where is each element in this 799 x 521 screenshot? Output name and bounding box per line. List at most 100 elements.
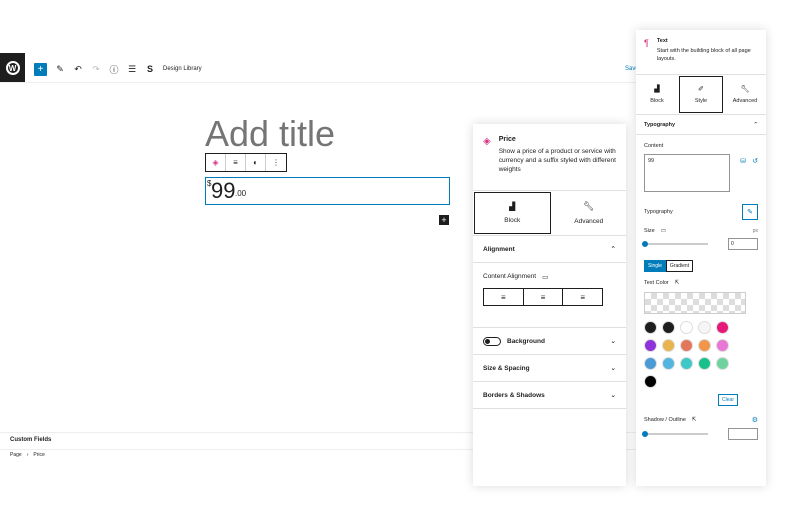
color-swatches xyxy=(644,321,758,388)
color-swatch[interactable] xyxy=(644,357,657,370)
color-swatch[interactable] xyxy=(680,357,693,370)
block-icon: ▟ xyxy=(654,86,660,93)
alignment-section-toggle[interactable]: Alignment ⌃ xyxy=(473,236,626,263)
info-icon[interactable]: ⓘ xyxy=(109,63,119,76)
align-left-button[interactable]: ≡ xyxy=(484,289,524,305)
tab-block[interactable]: ▟ Block xyxy=(636,75,678,114)
list-view-icon[interactable]: ☰ xyxy=(127,64,137,75)
tab-block[interactable]: ▟ Block xyxy=(474,192,551,234)
gear-icon[interactable]: ⚙ xyxy=(752,416,758,424)
clear-color-button[interactable]: Clear xyxy=(718,394,738,406)
desktop-icon[interactable]: ▭ xyxy=(542,273,548,281)
borders-shadows-section-toggle[interactable]: Borders & Shadows ⌄ xyxy=(473,382,626,409)
panel-tabs: ▟ Block 🔧︎ Advanced xyxy=(473,191,626,236)
editor-toolbar: + ✎ ↶ ↷ ⓘ ☰ S Design Library xyxy=(34,62,202,76)
shadow-slider[interactable] xyxy=(642,431,708,437)
color-swatch[interactable] xyxy=(698,321,711,334)
undo-icon[interactable]: ↶ xyxy=(73,64,83,75)
size-input[interactable]: 0 xyxy=(728,238,758,250)
gradient-color-button[interactable]: Gradient xyxy=(665,260,694,272)
block-card: ◈ Price Show a price of a product or ser… xyxy=(473,124,626,191)
reset-icon[interactable]: ↺ xyxy=(752,157,758,165)
brush-icon: ✐ xyxy=(698,86,704,93)
price-block-icon[interactable]: ◈ xyxy=(206,154,226,171)
color-swatch[interactable] xyxy=(716,321,729,334)
hover-state-icon[interactable]: ⇱ xyxy=(675,280,680,286)
color-mode-toggle: Single Gradient xyxy=(644,260,758,272)
wrench-icon: 🔧︎ xyxy=(583,201,595,211)
wordpress-logo[interactable]: W xyxy=(0,53,25,83)
align-right-button[interactable]: ≡ xyxy=(563,289,602,305)
text-color-label: Text Color xyxy=(644,280,669,286)
tab-label: Block xyxy=(650,98,664,104)
price-settings-panel: ◈ Price Show a price of a product or ser… xyxy=(473,124,626,486)
price-amount[interactable]: 99 xyxy=(211,178,235,204)
shadow-input[interactable] xyxy=(728,428,758,440)
breadcrumb: Page › Price xyxy=(10,452,45,458)
tab-label: Advanced xyxy=(574,218,604,225)
block-name: Text xyxy=(656,38,668,44)
color-swatch[interactable] xyxy=(680,339,693,352)
current-color-preview[interactable] xyxy=(644,292,746,314)
add-block-button[interactable]: + xyxy=(34,62,47,76)
color-swatch[interactable] xyxy=(662,321,675,334)
design-library-button[interactable]: Design Library xyxy=(163,66,202,72)
block-name: Price xyxy=(498,136,516,143)
price-tag-icon: ◈ xyxy=(483,136,491,147)
color-swatch[interactable] xyxy=(662,357,675,370)
tab-label: Style xyxy=(694,98,708,104)
color-swatch[interactable] xyxy=(644,321,657,334)
size-unit[interactable]: px xyxy=(753,228,758,234)
section-title: Borders & Shadows xyxy=(483,391,545,399)
price-block[interactable]: $ 99 .00 xyxy=(205,177,450,205)
slider-handle[interactable] xyxy=(642,241,648,247)
content-textarea[interactable]: 99 xyxy=(644,154,730,192)
edit-typography-button[interactable]: ✎ xyxy=(742,204,758,220)
color-swatch[interactable] xyxy=(644,375,657,388)
breadcrumb-page[interactable]: Page xyxy=(10,452,22,458)
color-swatch[interactable] xyxy=(644,339,657,352)
size-slider[interactable] xyxy=(642,241,708,247)
color-swatch[interactable] xyxy=(698,339,711,352)
color-swatch[interactable] xyxy=(662,339,675,352)
block-card: ¶ Text Start with the building block of … xyxy=(636,30,766,75)
tab-style[interactable]: ✐ Style xyxy=(679,76,723,113)
toolbar-divider xyxy=(0,82,636,83)
section-title: Background xyxy=(507,337,545,345)
text-settings-panel: ¶ Text Start with the building block of … xyxy=(636,30,766,486)
database-icon[interactable]: ⛁ xyxy=(740,157,746,165)
background-section-toggle[interactable]: Background ⌄ xyxy=(473,328,626,355)
typography-label: Typography xyxy=(644,209,673,215)
background-toggle[interactable] xyxy=(483,336,501,346)
color-swatch[interactable] xyxy=(716,357,729,370)
typography-section-toggle[interactable]: Typography ⌃ xyxy=(636,115,766,135)
chevron-right-icon: › xyxy=(26,452,29,458)
hover-state-icon[interactable]: ⇱ xyxy=(692,417,697,423)
breadcrumb-price[interactable]: Price xyxy=(33,452,44,458)
chevron-up-icon: ⌃ xyxy=(753,121,758,128)
section-title: Size & Spacing xyxy=(483,364,530,372)
panel-tabs: ▟ Block ✐ Style 🔧︎ Advanced xyxy=(636,75,766,115)
style-icon[interactable]: ◐ xyxy=(246,154,266,171)
color-swatch[interactable] xyxy=(698,357,711,370)
design-library-icon[interactable]: S xyxy=(145,64,155,74)
slider-handle[interactable] xyxy=(642,431,648,437)
post-title-input[interactable]: Add title xyxy=(205,113,335,155)
block-icon: ▟ xyxy=(509,202,516,211)
more-options-icon[interactable]: ⋮ xyxy=(266,154,286,171)
color-swatch[interactable] xyxy=(716,339,729,352)
align-icon[interactable]: ≡ xyxy=(226,154,246,171)
size-spacing-section-toggle[interactable]: Size & Spacing ⌄ xyxy=(473,355,626,382)
redo-icon[interactable]: ↷ xyxy=(91,64,101,75)
single-color-button[interactable]: Single xyxy=(644,260,666,272)
pencil-icon[interactable]: ✎ xyxy=(55,64,65,75)
desktop-icon[interactable]: ▭ xyxy=(661,228,666,234)
block-inserter-button[interactable]: + xyxy=(439,215,449,225)
color-swatch[interactable] xyxy=(680,321,693,334)
align-center-button[interactable]: ≡ xyxy=(524,289,564,305)
tab-advanced[interactable]: 🔧︎ Advanced xyxy=(724,75,766,114)
chevron-down-icon: ⌄ xyxy=(610,338,616,345)
size-label: Size xyxy=(644,228,655,234)
custom-fields-heading[interactable]: Custom Fields xyxy=(10,437,51,443)
tab-advanced[interactable]: 🔧︎ Advanced xyxy=(552,191,627,235)
